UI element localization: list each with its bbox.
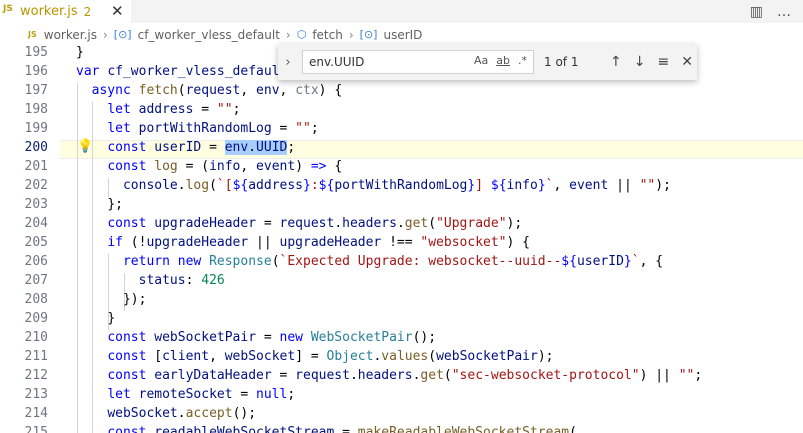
- code-line: const upgradeHeader = request.headers.ge…: [107, 216, 523, 231]
- arrow-up-icon[interactable]: ↑: [610, 54, 622, 70]
- find-actions: ↑ ↓ ≡ ✕: [610, 54, 693, 70]
- use-regex-icon[interactable]: .*: [518, 54, 527, 67]
- line-number: 211: [24, 349, 48, 364]
- match-count: 1 of 1: [544, 55, 579, 69]
- js-file-icon: JS: [28, 30, 37, 39]
- method-icon: ⬡: [296, 28, 307, 41]
- toggle-replace-icon[interactable]: ›: [278, 55, 298, 70]
- tab-worker-js[interactable]: JS worker.js 2 ✕: [0, 0, 131, 23]
- line-number: 198: [24, 102, 48, 117]
- find-in-selection-icon[interactable]: ≡: [657, 54, 669, 70]
- line-number: 199: [24, 121, 48, 136]
- code-line: let remoteSocket = null;: [107, 387, 296, 402]
- tab-label: worker.js: [20, 4, 78, 19]
- close-icon[interactable]: ✕: [681, 54, 693, 70]
- problem-count-badge: 2: [83, 4, 92, 19]
- line-number: 202: [24, 178, 48, 193]
- code-line: const readableWebSocketStream = makeRead…: [107, 425, 577, 433]
- find-input[interactable]: env.UUID Aa ab .*: [302, 50, 534, 74]
- code-line: status: 426: [138, 273, 225, 288]
- chevron-right-icon: ›: [285, 27, 291, 42]
- code-line: if (!upgradeHeader || upgradeHeader !== …: [107, 235, 530, 250]
- code-line: return new Response(`Expected Upgrade: w…: [122, 254, 664, 269]
- code-editor[interactable]: 195 196 197 198 199 200 201 202 203 204 …: [0, 45, 803, 433]
- variable-icon: [⊙]: [113, 28, 132, 41]
- line-number: 201: [24, 159, 48, 174]
- chevron-right-icon: ›: [102, 27, 108, 42]
- line-number: 210: [24, 330, 48, 345]
- line-number: 209: [24, 311, 48, 326]
- line-number: 213: [24, 387, 48, 402]
- line-number: 214: [24, 406, 48, 421]
- match-case-icon[interactable]: Aa: [474, 54, 488, 67]
- match-whole-word-icon[interactable]: ab: [496, 54, 510, 67]
- code-line: const earlyDataHeader = request.headers.…: [107, 368, 703, 383]
- code-line: }: [107, 311, 116, 326]
- line-number: 195: [24, 45, 48, 60]
- line-number: 205: [24, 235, 48, 250]
- code-line: console.log(`[${address}:${portWithRando…: [122, 178, 671, 193]
- editor-actions: ▥ …: [750, 0, 803, 23]
- js-file-icon: JS: [3, 4, 13, 14]
- line-number: 215: [24, 425, 48, 433]
- split-editor-icon[interactable]: ▥: [750, 4, 763, 20]
- code-line: const [client, webSocket] = Object.value…: [107, 349, 554, 364]
- code-line: });: [122, 292, 147, 307]
- code-line: async fetch(request, env, ctx) {: [91, 83, 343, 98]
- find-input-value: env.UUID: [309, 55, 365, 69]
- line-number: 204: [24, 216, 48, 231]
- breadcrumb-symbol[interactable]: userID: [383, 28, 422, 42]
- breadcrumb-symbol[interactable]: fetch: [312, 28, 343, 42]
- close-icon[interactable]: ✕: [111, 2, 124, 20]
- code-line: let address = "";: [107, 102, 241, 117]
- find-options: Aa ab .*: [474, 54, 527, 67]
- tab-bar: JS worker.js 2 ✕ ▥ …: [0, 0, 803, 23]
- arrow-down-icon[interactable]: ↓: [634, 54, 646, 70]
- chevron-right-icon: ›: [348, 27, 354, 42]
- line-number: 200: [24, 140, 48, 155]
- line-number: 208: [24, 292, 48, 307]
- find-widget: › env.UUID Aa ab .* 1 of 1 ↑ ↓ ≡ ✕: [278, 44, 697, 80]
- code-line: };: [107, 197, 123, 212]
- search-match-highlight: env.UUID: [224, 140, 288, 155]
- code-line: const log = (info, event) => {: [107, 159, 343, 174]
- code-line: const webSocketPair = new WebSocketPair(…: [107, 330, 437, 345]
- line-number: 207: [24, 273, 48, 288]
- line-number: 197: [24, 83, 48, 98]
- line-number: 212: [24, 368, 48, 383]
- code-line: webSocket.accept();: [107, 406, 257, 421]
- breadcrumb-symbol[interactable]: cf_worker_vless_default: [138, 28, 280, 42]
- line-number: 206: [24, 254, 48, 269]
- code-line: }: [76, 45, 84, 60]
- more-actions-icon[interactable]: …: [777, 4, 791, 20]
- code-line: let portWithRandomLog = "";: [107, 121, 319, 136]
- breadcrumb: JS worker.js › [⊙] cf_worker_vless_defau…: [0, 24, 803, 45]
- line-number: 203: [24, 197, 48, 212]
- breadcrumb-file[interactable]: worker.js: [44, 28, 97, 42]
- code-line: const userID = env.UUID;: [107, 140, 296, 155]
- variable-icon: [⊙]: [359, 28, 378, 41]
- line-number: 196: [24, 64, 48, 79]
